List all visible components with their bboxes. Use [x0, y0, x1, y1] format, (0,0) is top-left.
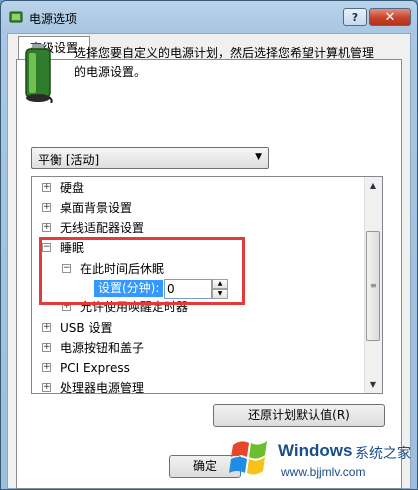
power-options-icon	[9, 11, 23, 23]
watermark: Windows 系统之家 www.bjjmlv.com	[223, 433, 417, 489]
chevron-down-icon: ▼	[255, 152, 262, 162]
expand-icon[interactable]: +	[62, 302, 71, 311]
help-button[interactable]: ?	[343, 8, 367, 26]
window-title: 电源选项	[29, 12, 78, 26]
scroll-down-arrow-icon[interactable]: ▼	[365, 376, 381, 393]
expand-icon[interactable]: +	[42, 383, 51, 392]
spin-down-button[interactable]: ▼	[212, 289, 228, 299]
setting-minutes-label: 设置(分钟):	[94, 280, 164, 297]
tree-item-label: 硬盘	[60, 181, 85, 195]
tree-item-label: 无线适配器设置	[60, 221, 145, 235]
tree-item-label: 桌面背景设置	[60, 201, 133, 215]
grip-icon: ≡	[370, 281, 377, 290]
expand-icon[interactable]: +	[42, 343, 51, 352]
expand-icon[interactable]: +	[42, 183, 51, 192]
watermark-cn: 系统之家	[355, 446, 411, 462]
tree-item-label: USB 设置	[60, 321, 113, 335]
power-options-window: 电源选项 ? ✕ 高级设置 选择您要自定义的电源计划，然后选择您希望计算机管理的…	[0, 0, 418, 490]
battery-icon	[25, 44, 53, 103]
tree-item-label: 电源按钮和盖子	[60, 341, 145, 355]
tree-scrollbar[interactable]: ▲ ≡ ▼	[364, 177, 382, 393]
collapse-icon[interactable]: −	[62, 264, 71, 273]
minutes-input[interactable]: 0	[164, 279, 212, 299]
watermark-brand: Windows	[278, 441, 353, 460]
collapse-icon[interactable]: −	[42, 243, 51, 252]
title-bar[interactable]: 电源选项 ? ✕	[1, 1, 417, 33]
windows-logo-icon	[229, 441, 267, 475]
spin-up-button[interactable]: ▲	[212, 279, 228, 289]
close-button[interactable]: ✕	[369, 8, 411, 26]
restore-defaults-button[interactable]: 还原计划默认值(R)	[213, 404, 385, 427]
tree-item-label: 在此时间后休眠	[80, 262, 165, 276]
tree-item-label: 处理器电源管理	[60, 381, 145, 394]
watermark-url: www.bjjmlv.com	[281, 465, 366, 479]
power-settings-tree[interactable]: + 硬盘 + 桌面背景设置 + 无线适配器设置 − 睡眠 − 在此时间后休眠 +…	[31, 176, 383, 394]
expand-icon[interactable]: +	[42, 203, 51, 212]
scroll-thumb[interactable]: ≡	[366, 231, 380, 341]
tree-item-label: 允许使用唤醒定时器	[80, 300, 189, 314]
power-plan-value: 平衡 [活动]	[38, 153, 100, 167]
tree-item-label: 睡眠	[60, 241, 85, 255]
power-plan-select[interactable]: 平衡 [活动] ▼	[31, 147, 269, 169]
description-text: 选择您要自定义的电源计划，然后选择您希望计算机管理的电源设置。	[74, 46, 375, 79]
expand-icon[interactable]: +	[42, 363, 51, 372]
expand-icon[interactable]: +	[42, 223, 51, 232]
expand-icon[interactable]: +	[42, 323, 51, 332]
scroll-up-arrow-icon[interactable]: ▲	[365, 177, 381, 194]
tree-item-label: PCI Express	[60, 361, 130, 375]
minutes-spinner: ▲ ▼	[212, 279, 228, 299]
